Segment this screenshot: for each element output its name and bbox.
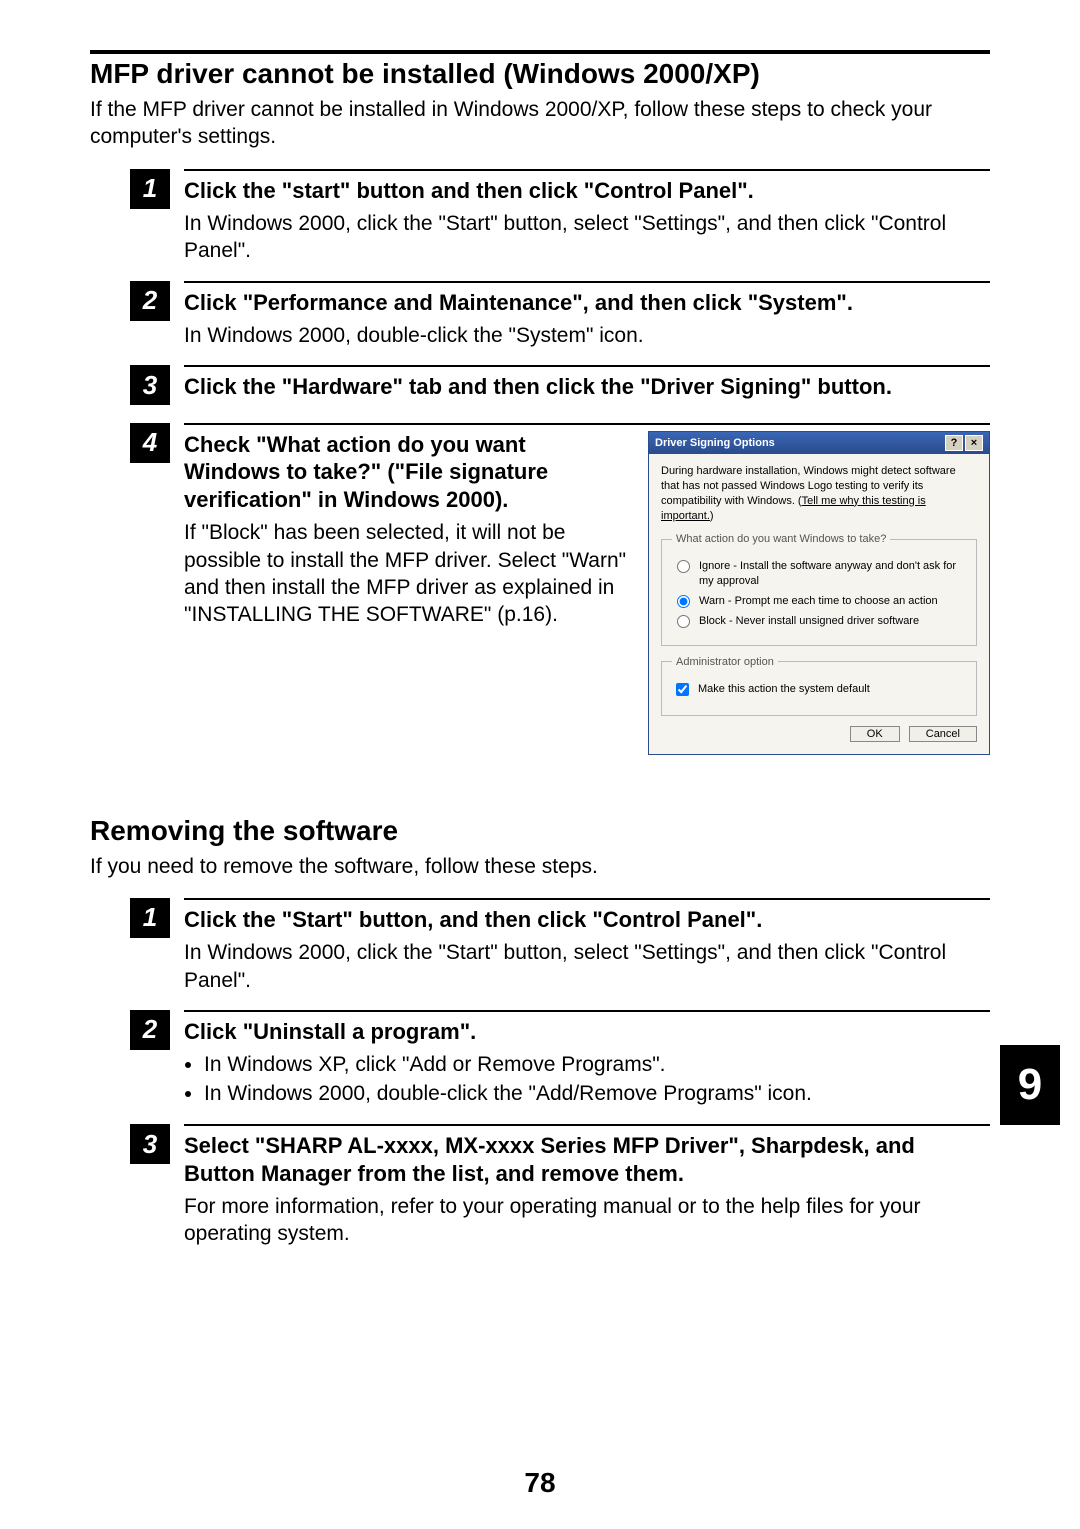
step-title: Click the "Start" button, and then click… (184, 906, 990, 934)
step-4: 4 Check "What action do you want Windows… (130, 423, 990, 755)
driver-signing-dialog: Driver Signing Options ? × During hardwa… (648, 431, 990, 755)
step-title: Check "What action do you want Windows t… (184, 431, 628, 514)
remove-step-1: 1 Click the "Start" button, and then cli… (130, 898, 990, 1010)
step-number: 4 (130, 423, 170, 463)
step-title: Select "SHARP AL-xxxx, MX-xxxx Series MF… (184, 1132, 990, 1187)
action-fieldset: What action do you want Windows to take?… (661, 533, 977, 645)
step-desc: In Windows 2000, click the "Start" butto… (184, 210, 990, 265)
step-desc: If "Block" has been selected, it will no… (184, 519, 628, 628)
step-number: 3 (130, 1124, 170, 1164)
checkbox-admin-default[interactable] (676, 683, 689, 696)
section-rule (90, 50, 990, 54)
step-title: Click "Uninstall a program". (184, 1018, 990, 1046)
step-desc: In Windows 2000, double-click the "Syste… (184, 322, 990, 349)
radio-warn[interactable] (677, 595, 690, 608)
dialog-titlebar: Driver Signing Options ? × (649, 432, 989, 454)
step-number: 1 (130, 169, 170, 209)
admin-fieldset: Administrator option Make this action th… (661, 656, 977, 716)
close-icon[interactable]: × (965, 435, 983, 451)
section-title: MFP driver cannot be installed (Windows … (90, 58, 990, 90)
step-desc: For more information, refer to your oper… (184, 1193, 990, 1248)
radio-block[interactable] (677, 615, 690, 628)
step-title: Click "Performance and Maintenance", and… (184, 289, 990, 317)
step-3: 3 Click the "Hardware" tab and then clic… (130, 365, 990, 407)
dialog-description: During hardware installation, Windows mi… (661, 464, 977, 523)
dialog-title-text: Driver Signing Options (655, 437, 775, 449)
step-title: Click the "Hardware" tab and then click … (184, 373, 990, 401)
remove-step-2: 2 Click "Uninstall a program". In Window… (130, 1010, 990, 1124)
bullet-item: In Windows 2000, double-click the "Add/R… (204, 1080, 990, 1108)
step-number: 2 (130, 281, 170, 321)
section-intro: If the MFP driver cannot be installed in… (90, 96, 990, 151)
section-intro: If you need to remove the software, foll… (90, 853, 990, 880)
option-admin-default[interactable]: Make this action the system default (672, 682, 966, 699)
step-1: 1 Click the "start" button and then clic… (130, 169, 990, 281)
document-page: MFP driver cannot be installed (Windows … (0, 0, 1080, 1529)
page-number: 78 (0, 1467, 1080, 1499)
admin-legend: Administrator option (672, 656, 778, 668)
step-number: 3 (130, 365, 170, 405)
step-2: 2 Click "Performance and Maintenance", a… (130, 281, 990, 366)
option-ignore[interactable]: Ignore - Install the software anyway and… (672, 559, 966, 588)
step-number: 2 (130, 1010, 170, 1050)
section-title: Removing the software (90, 815, 990, 847)
step-desc: In Windows 2000, click the "Start" butto… (184, 939, 990, 994)
step-title: Click the "start" button and then click … (184, 177, 990, 205)
radio-ignore[interactable] (677, 560, 690, 573)
step-number: 1 (130, 898, 170, 938)
cancel-button[interactable]: Cancel (909, 726, 977, 742)
remove-step-3: 3 Select "SHARP AL-xxxx, MX-xxxx Series … (130, 1124, 990, 1264)
option-block[interactable]: Block - Never install unsigned driver so… (672, 614, 966, 628)
step-bullets: In Windows XP, click "Add or Remove Prog… (184, 1051, 990, 1108)
chapter-tab: 9 (1000, 1045, 1060, 1125)
help-icon[interactable]: ? (945, 435, 963, 451)
bullet-item: In Windows XP, click "Add or Remove Prog… (204, 1051, 990, 1079)
option-warn[interactable]: Warn - Prompt me each time to choose an … (672, 594, 966, 608)
ok-button[interactable]: OK (850, 726, 900, 742)
action-legend: What action do you want Windows to take? (672, 533, 890, 545)
